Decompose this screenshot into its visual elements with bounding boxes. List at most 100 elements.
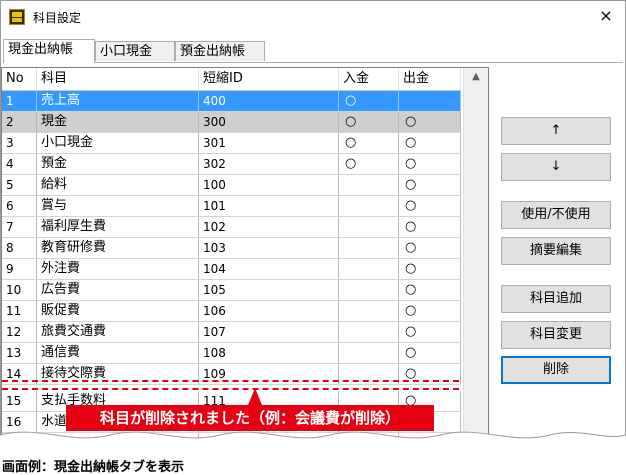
row-expense-mark: ○: [399, 133, 461, 153]
row-no: 8: [2, 238, 37, 258]
app-icon: [9, 9, 25, 25]
row-no: 1: [2, 91, 37, 111]
table-row[interactable]: 5 給料 100 ○: [2, 175, 461, 196]
row-name: 通信費: [37, 343, 199, 363]
table-row[interactable]: 8 教育研修費 103 ○: [2, 238, 461, 259]
table-row[interactable]: 6 賞与 101 ○: [2, 196, 461, 217]
table-row[interactable]: 9 外注費 104 ○: [2, 259, 461, 280]
row-no: 11: [2, 301, 37, 321]
move-up-button[interactable]: ↑: [501, 117, 611, 145]
close-icon[interactable]: ×: [595, 5, 617, 27]
header-short-id[interactable]: 短縮ID: [199, 68, 339, 90]
row-no: 9: [2, 259, 37, 279]
row-income-mark: [339, 280, 399, 300]
row-no: 4: [2, 154, 37, 174]
delete-button[interactable]: 削除: [501, 356, 611, 384]
row-income-mark: ○: [339, 133, 399, 153]
tab-cash-book[interactable]: 現金出納帳: [3, 39, 95, 63]
row-income-mark: ○: [339, 91, 399, 111]
row-name: 現金: [37, 112, 199, 132]
tab-deposit-book[interactable]: 預金出納帳: [175, 41, 265, 61]
row-income-mark: [339, 259, 399, 279]
row-no: 7: [2, 217, 37, 237]
row-expense-mark: ○: [399, 322, 461, 342]
row-expense-mark: ○: [399, 301, 461, 321]
row-short-id: 300: [199, 112, 339, 132]
row-income-mark: [339, 196, 399, 216]
row-short-id: 104: [199, 259, 339, 279]
row-short-id: 301: [199, 133, 339, 153]
window-title: 科目設定: [33, 11, 82, 25]
row-short-id: 302: [199, 154, 339, 174]
change-subject-button[interactable]: 科目変更: [501, 321, 611, 349]
subject-grid[interactable]: No 科目 短縮ID 入金 出金 1 売上高 400 ○ 2 現金 300 ○ ○ 3 小口現金 30…: [1, 67, 489, 449]
row-short-id: 100: [199, 175, 339, 195]
title-bar: 科目設定 ×: [1, 1, 625, 31]
row-expense-mark: ○: [399, 280, 461, 300]
move-down-button[interactable]: ↓: [501, 153, 611, 181]
table-row[interactable]: 11 販促費 106 ○: [2, 301, 461, 322]
row-income-mark: [339, 322, 399, 342]
table-row[interactable]: 13 通信費 108 ○: [2, 343, 461, 364]
header-expense[interactable]: 出金: [399, 68, 461, 90]
row-expense-mark: ○: [399, 259, 461, 279]
table-row[interactable]: 3 小口現金 301 ○ ○: [2, 133, 461, 154]
table-row[interactable]: 10 広告費 105 ○: [2, 280, 461, 301]
screen-caption: 画面例：現金出納帳タブを表示: [2, 460, 185, 475]
row-expense-mark: [399, 91, 461, 111]
scroll-up-icon[interactable]: ▲: [464, 68, 488, 86]
row-name: 売上高: [37, 91, 199, 111]
row-short-id: 108: [199, 343, 339, 363]
row-no: 3: [2, 133, 37, 153]
row-name: 教育研修費: [37, 238, 199, 258]
table-row[interactable]: 4 預金 302 ○ ○: [2, 154, 461, 175]
vertical-scrollbar[interactable]: ▲: [463, 68, 488, 449]
table-row[interactable]: 7 福利厚生費 102 ○: [2, 217, 461, 238]
row-no: 10: [2, 280, 37, 300]
row-name: 販促費: [37, 301, 199, 321]
row-no: 5: [2, 175, 37, 195]
row-short-id: 101: [199, 196, 339, 216]
table-row[interactable]: 2 現金 300 ○ ○: [2, 112, 461, 133]
row-expense-mark: ○: [399, 238, 461, 258]
row-income-mark: [339, 343, 399, 363]
header-name[interactable]: 科目: [37, 68, 199, 90]
row-income-mark: [339, 301, 399, 321]
toggle-use-button[interactable]: 使用/不使用: [501, 201, 611, 229]
row-no: 2: [2, 112, 37, 132]
row-short-id: 102: [199, 217, 339, 237]
edit-memo-button[interactable]: 摘要編集: [501, 237, 611, 265]
row-short-id: 400: [199, 91, 339, 111]
grid-header: No 科目 短縮ID 入金 出金: [2, 68, 461, 91]
row-income-mark: [339, 175, 399, 195]
row-expense-mark: ○: [399, 154, 461, 174]
row-no: 13: [2, 343, 37, 363]
row-name: 給料: [37, 175, 199, 195]
header-income[interactable]: 入金: [339, 68, 399, 90]
row-name: 福利厚生費: [37, 217, 199, 237]
header-no[interactable]: No: [2, 68, 37, 90]
row-name: 旅費交通費: [37, 322, 199, 342]
row-short-id: 107: [199, 322, 339, 342]
row-income-mark: ○: [339, 112, 399, 132]
row-name: 賞与: [37, 196, 199, 216]
row-expense-mark: ○: [399, 112, 461, 132]
row-no: 6: [2, 196, 37, 216]
row-no: 12: [2, 322, 37, 342]
row-income-mark: [339, 238, 399, 258]
table-row[interactable]: 12 旅費交通費 107 ○: [2, 322, 461, 343]
add-subject-button[interactable]: 科目追加: [501, 285, 611, 313]
row-short-id: 105: [199, 280, 339, 300]
row-expense-mark: ○: [399, 217, 461, 237]
row-income-mark: [339, 217, 399, 237]
row-short-id: 106: [199, 301, 339, 321]
row-expense-mark: ○: [399, 196, 461, 216]
row-short-id: 103: [199, 238, 339, 258]
table-row[interactable]: 1 売上高 400 ○: [2, 91, 461, 112]
row-name: 預金: [37, 154, 199, 174]
deleted-row-marker: [2, 380, 459, 390]
row-no: 15: [2, 391, 37, 411]
row-name: 小口現金: [37, 133, 199, 153]
row-expense-mark: ○: [399, 175, 461, 195]
tab-petty-cash[interactable]: 小口現金: [95, 41, 175, 61]
